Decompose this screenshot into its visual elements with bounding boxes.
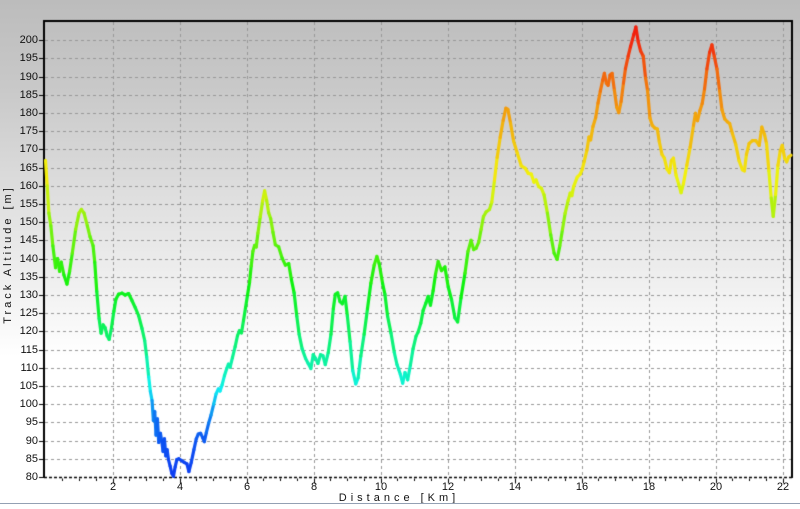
x-tick-label: 20 [696,481,736,493]
elevation-profile-plot[interactable] [0,0,800,509]
x-tick-label: 16 [562,481,602,493]
y-tick-label: 170 [0,143,38,155]
x-tick-label: 8 [294,481,334,493]
y-tick-label: 195 [0,52,38,64]
y-tick-label: 145 [0,234,38,246]
y-tick-label: 125 [0,307,38,319]
y-tick-label: 160 [0,180,38,192]
elevation-profile-window: Track Altitude [m] Distance [Km] 8085909… [0,0,800,509]
y-tick-label: 115 [0,344,38,356]
y-tick-label: 110 [0,362,38,374]
y-tick-label: 180 [0,107,38,119]
y-tick-label: 150 [0,216,38,228]
y-tick-label: 200 [0,34,38,46]
y-tick-label: 120 [0,325,38,337]
x-tick-label: 12 [428,481,468,493]
y-tick-label: 140 [0,253,38,265]
y-tick-label: 80 [0,471,38,483]
y-tick-label: 105 [0,380,38,392]
x-tick-label: 18 [629,481,669,493]
y-tick-label: 155 [0,198,38,210]
y-tick-label: 175 [0,125,38,137]
x-tick-label: 22 [763,481,800,493]
bottom-divider [0,503,800,504]
y-tick-label: 100 [0,398,38,410]
x-tick-label: 14 [495,481,535,493]
x-tick-label: 2 [93,481,133,493]
y-tick-label: 85 [0,453,38,465]
y-tick-label: 90 [0,435,38,447]
y-tick-label: 190 [0,71,38,83]
y-tick-label: 130 [0,289,38,301]
x-tick-label: 4 [160,481,200,493]
y-tick-label: 185 [0,89,38,101]
y-tick-label: 165 [0,162,38,174]
y-tick-label: 135 [0,271,38,283]
x-tick-label: 6 [227,481,267,493]
x-tick-label: 10 [361,481,401,493]
y-tick-label: 95 [0,416,38,428]
